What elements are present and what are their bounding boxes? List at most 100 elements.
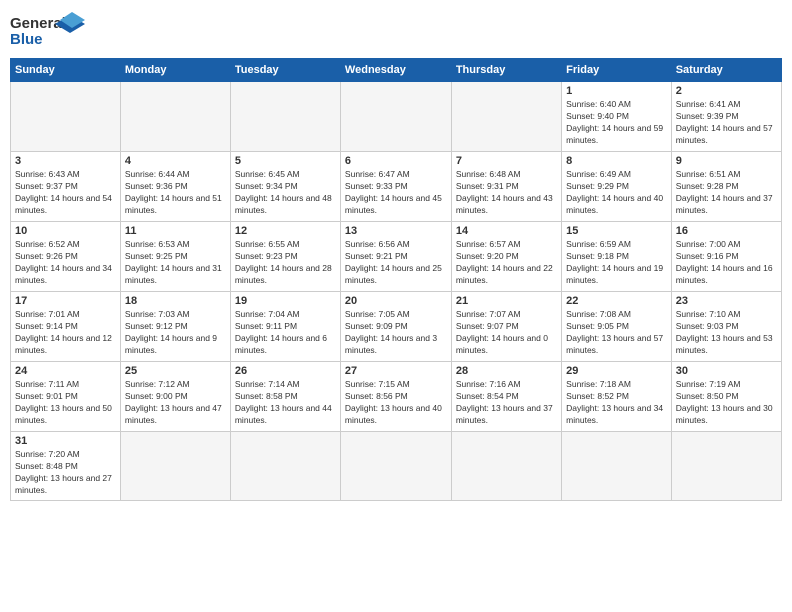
day-info: Sunrise: 6:47 AM Sunset: 9:33 PM Dayligh… (345, 169, 447, 217)
day-info: Sunrise: 6:57 AM Sunset: 9:20 PM Dayligh… (456, 239, 557, 287)
day-header-tuesday: Tuesday (230, 59, 340, 82)
day-number: 14 (456, 225, 557, 237)
week-row-2: 10 Sunrise: 6:52 AM Sunset: 9:26 PM Dayli… (11, 222, 782, 292)
calendar-cell: 11 Sunrise: 6:53 AM Sunset: 9:25 PM Dayli… (120, 222, 230, 292)
day-info: Sunrise: 7:20 AM Sunset: 8:48 PM Dayligh… (15, 449, 116, 497)
calendar-cell (340, 432, 451, 501)
calendar-cell: 4Sunrise: 6:44 AM Sunset: 9:36 PM Daylig… (120, 152, 230, 222)
calendar-cell: 10 Sunrise: 6:52 AM Sunset: 9:26 PM Dayli… (11, 222, 121, 292)
day-info: Sunrise: 6:45 AM Sunset: 9:34 PM Dayligh… (235, 169, 336, 217)
day-number: 9 (676, 155, 777, 167)
day-number: 13 (345, 225, 447, 237)
calendar-cell: 3 Sunrise: 6:43 AM Sunset: 9:37 PM Daylig… (11, 152, 121, 222)
calendar-cell: 13 Sunrise: 6:56 AM Sunset: 9:21 PM Dayli… (340, 222, 451, 292)
day-number: 22 (566, 295, 667, 307)
calendar-cell (230, 432, 340, 501)
calendar-cell: 8Sunrise: 6:49 AM Sunset: 9:29 PM Daylig… (562, 152, 672, 222)
calendar-cell: 7 Sunrise: 6:48 AM Sunset: 9:31 PM Daylig… (451, 152, 561, 222)
calendar-cell: 22 Sunrise: 7:08 AM Sunset: 9:05 PM Dayli… (562, 292, 672, 362)
day-info: Sunrise: 6:51 AM Sunset: 9:28 PM Dayligh… (676, 169, 777, 217)
day-number: 10 (15, 225, 116, 237)
calendar-cell (230, 82, 340, 152)
calendar-cell (671, 432, 781, 501)
day-number: 26 (235, 365, 336, 377)
day-header-saturday: Saturday (671, 59, 781, 82)
day-info: Sunrise: 6:52 AM Sunset: 9:26 PM Dayligh… (15, 239, 116, 287)
week-row-5: 31 Sunrise: 7:20 AM Sunset: 8:48 PM Dayli… (11, 432, 782, 501)
day-number: 12 (235, 225, 336, 237)
day-info: Sunrise: 6:41 AM Sunset: 9:39 PM Dayligh… (676, 99, 777, 147)
day-number: 2 (676, 85, 777, 97)
day-info: Sunrise: 7:16 AM Sunset: 8:54 PM Dayligh… (456, 379, 557, 427)
calendar-cell: 23 Sunrise: 7:10 AM Sunset: 9:03 PM Dayli… (671, 292, 781, 362)
day-info: Sunrise: 7:12 AM Sunset: 9:00 PM Dayligh… (125, 379, 226, 427)
day-info: Sunrise: 7:19 AM Sunset: 8:50 PM Dayligh… (676, 379, 777, 427)
week-row-4: 24 Sunrise: 7:11 AM Sunset: 9:01 PM Dayli… (11, 362, 782, 432)
day-info: Sunrise: 7:15 AM Sunset: 8:56 PM Dayligh… (345, 379, 447, 427)
day-number: 27 (345, 365, 447, 377)
day-info: Sunrise: 7:08 AM Sunset: 9:05 PM Dayligh… (566, 309, 667, 357)
calendar-cell: 1 Sunrise: 6:40 AM Sunset: 9:40 PM Daylig… (562, 82, 672, 152)
day-info: Sunrise: 6:55 AM Sunset: 9:23 PM Dayligh… (235, 239, 336, 287)
day-info: Sunrise: 7:00 AM Sunset: 9:16 PM Dayligh… (676, 239, 777, 287)
calendar-page: GeneralBlue SundayMondayTuesdayWednesday… (0, 0, 792, 612)
day-header-wednesday: Wednesday (340, 59, 451, 82)
day-number: 3 (15, 155, 116, 167)
days-header-row: SundayMondayTuesdayWednesdayThursdayFrid… (11, 59, 782, 82)
calendar-cell: 16 Sunrise: 7:00 AM Sunset: 9:16 PM Dayli… (671, 222, 781, 292)
calendar-cell: 9 Sunrise: 6:51 AM Sunset: 9:28 PM Daylig… (671, 152, 781, 222)
day-number: 31 (15, 435, 116, 447)
day-info: Sunrise: 6:40 AM Sunset: 9:40 PM Dayligh… (566, 99, 667, 147)
day-number: 18 (125, 295, 226, 307)
calendar-cell (11, 82, 121, 152)
calendar-cell (451, 82, 561, 152)
calendar-cell (340, 82, 451, 152)
calendar-cell: 15Sunrise: 6:59 AM Sunset: 9:18 PM Dayli… (562, 222, 672, 292)
calendar-cell: 28Sunrise: 7:16 AM Sunset: 8:54 PM Dayli… (451, 362, 561, 432)
day-number: 30 (676, 365, 777, 377)
svg-text:Blue: Blue (10, 31, 43, 48)
calendar-cell: 25 Sunrise: 7:12 AM Sunset: 9:00 PM Dayli… (120, 362, 230, 432)
calendar-cell: 27 Sunrise: 7:15 AM Sunset: 8:56 PM Dayli… (340, 362, 451, 432)
day-number: 1 (566, 85, 667, 97)
day-info: Sunrise: 6:48 AM Sunset: 9:31 PM Dayligh… (456, 169, 557, 217)
day-number: 25 (125, 365, 226, 377)
calendar-cell: 21 Sunrise: 7:07 AM Sunset: 9:07 PM Dayli… (451, 292, 561, 362)
day-header-monday: Monday (120, 59, 230, 82)
calendar-cell: 26 Sunrise: 7:14 AM Sunset: 8:58 PM Dayli… (230, 362, 340, 432)
day-number: 16 (676, 225, 777, 237)
calendar-cell: 24 Sunrise: 7:11 AM Sunset: 9:01 PM Dayli… (11, 362, 121, 432)
week-row-1: 3 Sunrise: 6:43 AM Sunset: 9:37 PM Daylig… (11, 152, 782, 222)
day-number: 7 (456, 155, 557, 167)
day-number: 5 (235, 155, 336, 167)
day-info: Sunrise: 7:10 AM Sunset: 9:03 PM Dayligh… (676, 309, 777, 357)
week-row-0: 1 Sunrise: 6:40 AM Sunset: 9:40 PM Daylig… (11, 82, 782, 152)
calendar-cell: 5 Sunrise: 6:45 AM Sunset: 9:34 PM Daylig… (230, 152, 340, 222)
day-header-sunday: Sunday (11, 59, 121, 82)
calendar-cell: 2 Sunrise: 6:41 AM Sunset: 9:39 PM Daylig… (671, 82, 781, 152)
day-info: Sunrise: 6:56 AM Sunset: 9:21 PM Dayligh… (345, 239, 447, 287)
day-info: Sunrise: 6:43 AM Sunset: 9:37 PM Dayligh… (15, 169, 116, 217)
calendar-cell (562, 432, 672, 501)
day-info: Sunrise: 7:03 AM Sunset: 9:12 PM Dayligh… (125, 309, 226, 357)
day-info: Sunrise: 7:14 AM Sunset: 8:58 PM Dayligh… (235, 379, 336, 427)
day-number: 21 (456, 295, 557, 307)
day-info: Sunrise: 7:07 AM Sunset: 9:07 PM Dayligh… (456, 309, 557, 357)
day-number: 11 (125, 225, 226, 237)
calendar-cell: 14 Sunrise: 6:57 AM Sunset: 9:20 PM Dayli… (451, 222, 561, 292)
day-info: Sunrise: 7:04 AM Sunset: 9:11 PM Dayligh… (235, 309, 336, 357)
day-info: Sunrise: 6:53 AM Sunset: 9:25 PM Dayligh… (125, 239, 226, 287)
calendar-cell (451, 432, 561, 501)
logo: GeneralBlue (10, 10, 90, 50)
week-row-3: 17Sunrise: 7:01 AM Sunset: 9:14 PM Dayli… (11, 292, 782, 362)
calendar-cell: 31 Sunrise: 7:20 AM Sunset: 8:48 PM Dayli… (11, 432, 121, 501)
day-info: Sunrise: 7:11 AM Sunset: 9:01 PM Dayligh… (15, 379, 116, 427)
day-info: Sunrise: 6:44 AM Sunset: 9:36 PM Dayligh… (125, 169, 226, 217)
calendar-cell: 29Sunrise: 7:18 AM Sunset: 8:52 PM Dayli… (562, 362, 672, 432)
day-number: 29 (566, 365, 667, 377)
day-number: 23 (676, 295, 777, 307)
calendar-cell: 30 Sunrise: 7:19 AM Sunset: 8:50 PM Dayli… (671, 362, 781, 432)
logo-svg: GeneralBlue (10, 10, 90, 50)
day-number: 17 (15, 295, 116, 307)
day-number: 24 (15, 365, 116, 377)
